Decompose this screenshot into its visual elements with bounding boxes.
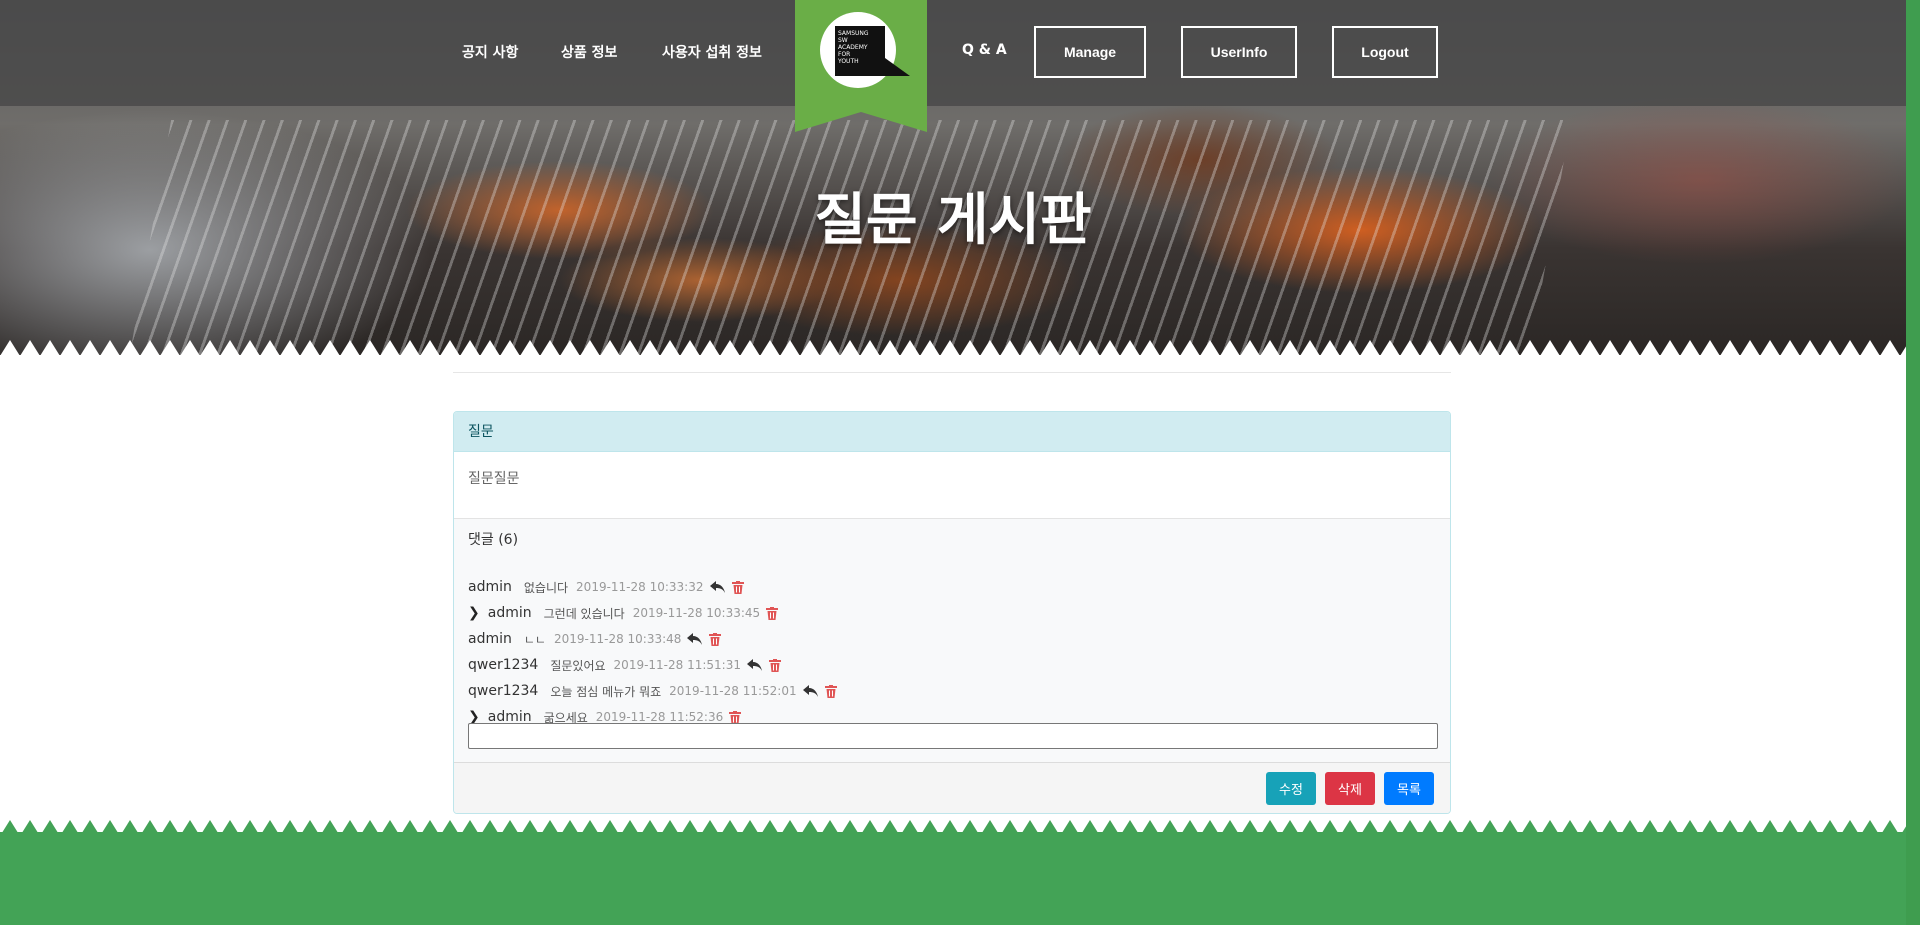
reply-icon[interactable] [747, 658, 763, 672]
comment-author: qwer1234 [468, 657, 539, 673]
comments-section: 댓글 (6) admin 없습니다 2019-11-28 10:33:32 ❯ admi… [454, 519, 1450, 763]
reply-icon[interactable] [709, 580, 726, 594]
nav-link-intake[interactable]: 사용자 섭취 정보 [662, 42, 762, 62]
delete-button[interactable]: 삭제 [1325, 772, 1375, 805]
comment-text: 그런데 있습니다 [543, 606, 625, 621]
list-button[interactable]: 목록 [1384, 772, 1434, 805]
comment-row: ❯ admin 그런데 있습니다 2019-11-28 10:33:45 [468, 600, 1436, 626]
nav-link-notice[interactable]: 공지 사항 [462, 42, 518, 62]
page-title: 질문 게시판 [814, 188, 1092, 253]
top-navigation [0, 0, 1906, 106]
scrollbar[interactable] [1906, 0, 1920, 925]
comment-time: 2019-11-28 11:52:36 [595, 710, 724, 724]
logo-flag-shape [795, 0, 927, 132]
comment-time: 2019-11-28 10:33:32 [576, 580, 704, 594]
comment-list: admin 없습니다 2019-11-28 10:33:32 ❯ admin 그런데 있습… [468, 574, 1436, 730]
reply-icon[interactable] [802, 684, 819, 698]
userinfo-button[interactable]: UserInfo [1181, 26, 1297, 78]
comments-count: 댓글 (6) [468, 532, 519, 548]
comment-time: 2019-11-28 11:51:31 [613, 658, 741, 672]
trash-icon[interactable] [729, 710, 742, 724]
comment-row: qwer1234 오늘 점심 메뉴가 뭐죠 2019-11-28 11:52:01 [468, 678, 1436, 704]
logo[interactable]: SAMSUNG SW ACADEMY FOR YOUTH [795, 0, 927, 132]
trash-icon[interactable] [709, 632, 722, 646]
post-actions: 수정 삭제 목록 [454, 763, 1450, 813]
hero-zigzag-divider [0, 336, 1906, 356]
manage-button[interactable]: Manage [1034, 26, 1146, 78]
chevron-right-icon[interactable]: ❯ [468, 605, 480, 621]
comment-text: 없습니다 [523, 580, 569, 595]
comment-row: qwer1234 질문있어요 2019-11-28 11:51:31 [468, 652, 1436, 678]
post-body: 질문질문 [454, 452, 1450, 519]
post-title: 질문 [454, 412, 1450, 452]
logout-button[interactable]: Logout [1332, 26, 1438, 78]
comment-text: ㄴㄴ [523, 632, 546, 647]
trash-icon[interactable] [824, 684, 837, 698]
comment-time: 2019-11-28 11:52:01 [669, 684, 797, 698]
post-card: 질문 질문질문 댓글 (6) admin 없습니다 2019-11-28 10:33… [453, 411, 1451, 814]
comment-author: admin [487, 605, 532, 621]
logo-text: SAMSUNG SW ACADEMY FOR YOUTH [838, 30, 869, 65]
trash-icon[interactable] [731, 580, 744, 594]
comment-author: qwer1234 [468, 683, 539, 699]
nav-link-products[interactable]: 상품 정보 [561, 42, 617, 62]
nav-link-qna[interactable]: Q & A [962, 42, 1007, 58]
trash-icon[interactable] [769, 658, 781, 672]
comment-author: admin [468, 631, 512, 647]
comment-row: admin ㄴㄴ 2019-11-28 10:33:48 [468, 626, 1436, 652]
comment-time: 2019-11-28 10:33:48 [553, 632, 682, 646]
edit-button[interactable]: 수정 [1266, 772, 1316, 805]
footer-zigzag-divider [0, 820, 1906, 852]
divider [453, 372, 1451, 373]
comment-time: 2019-11-28 10:33:45 [632, 606, 761, 620]
comment-text: 질문있어요 [550, 658, 606, 673]
comment-input[interactable] [468, 723, 1438, 749]
comment-author: admin [468, 579, 512, 595]
comment-text: 오늘 점심 메뉴가 뭐죠 [550, 684, 662, 699]
reply-icon[interactable] [687, 632, 703, 646]
trash-icon[interactable] [766, 606, 779, 620]
comment-row: admin 없습니다 2019-11-28 10:33:32 [468, 574, 1436, 600]
